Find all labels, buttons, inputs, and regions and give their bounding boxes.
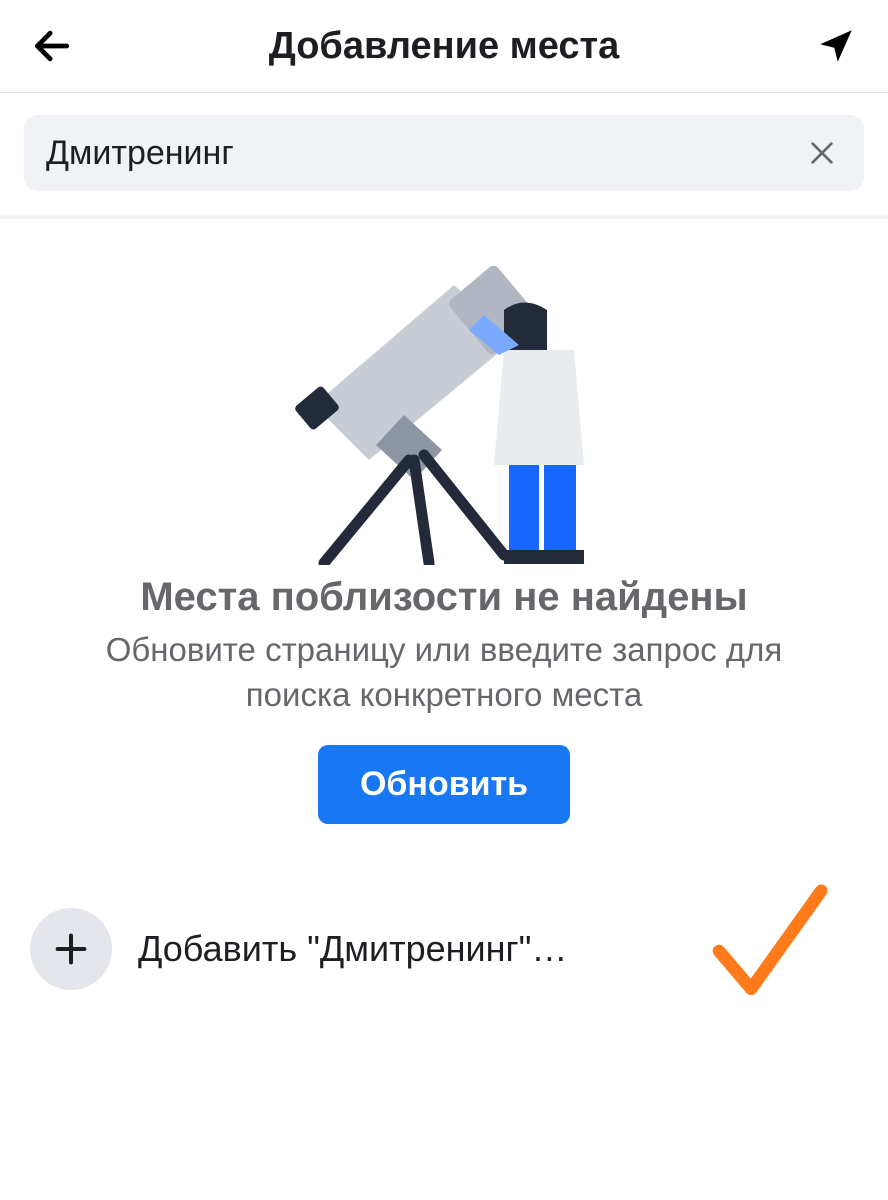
plus-icon — [51, 929, 91, 969]
empty-state: Места поблизости не найдены Обновите стр… — [0, 219, 888, 824]
annotation-checkmark — [698, 874, 838, 1019]
add-icon-chip — [30, 908, 112, 990]
clear-search-button[interactable] — [802, 133, 842, 173]
location-button[interactable] — [808, 18, 864, 74]
header: Добавление места — [0, 0, 888, 92]
back-button[interactable] — [24, 18, 80, 74]
close-icon — [806, 137, 838, 169]
location-arrow-icon — [815, 25, 857, 67]
search-container — [0, 93, 888, 215]
search-input[interactable] — [46, 134, 802, 173]
refresh-button[interactable]: Обновить — [318, 745, 570, 824]
empty-subtitle: Обновите страницу или введите запрос для… — [54, 628, 834, 717]
add-place-row[interactable]: Добавить "Дмитренинг"… — [0, 884, 888, 1014]
telescope-icon — [254, 255, 634, 565]
add-place-label: Добавить "Дмитренинг"… — [138, 928, 567, 970]
search-field[interactable] — [24, 115, 864, 191]
checkmark-icon — [698, 874, 838, 1014]
telescope-illustration — [254, 255, 634, 565]
empty-title: Места поблизости не найдены — [140, 575, 747, 620]
page-title: Добавление места — [80, 25, 808, 68]
back-arrow-icon — [30, 24, 74, 68]
